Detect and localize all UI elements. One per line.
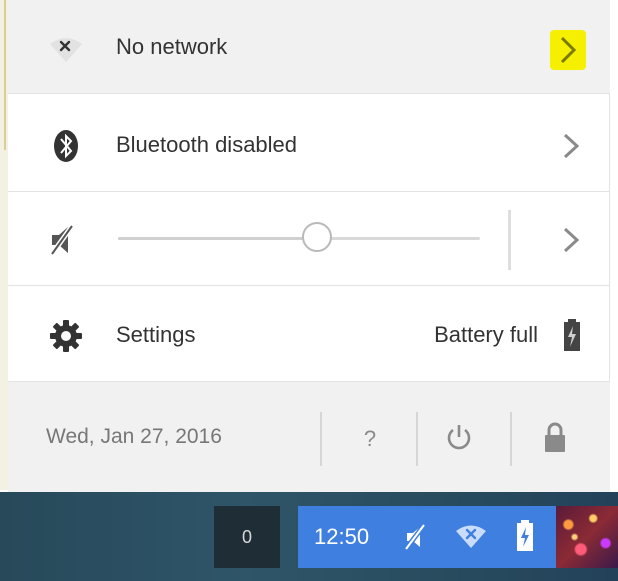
footer-divider (510, 412, 512, 466)
left-edge-mark (4, 0, 6, 150)
settings-label: Settings (116, 322, 196, 347)
chevron-right-icon[interactable] (550, 30, 586, 70)
chevron-right-icon[interactable] (560, 132, 582, 160)
volume-row (8, 192, 610, 286)
system-footer: Wed, Jan 27, 2016 ? (8, 382, 610, 492)
left-window-edge (0, 0, 8, 490)
power-icon[interactable] (444, 422, 474, 452)
help-button[interactable]: ? (344, 412, 396, 466)
volume-muted-icon[interactable] (48, 222, 84, 258)
volume-divider (508, 210, 511, 270)
status-tray-button[interactable]: 12:50 (298, 506, 556, 568)
system-tray-menu: No network Bluetooth disabled Settings B… (8, 0, 610, 492)
wallpaper-preview (556, 506, 618, 568)
clock-label: 12:50 (314, 524, 370, 549)
network-row[interactable]: No network (8, 0, 610, 94)
notification-count-button[interactable]: 0 (214, 506, 280, 568)
lock-icon[interactable] (540, 420, 570, 454)
battery-status-label: Battery full (434, 322, 538, 347)
battery-charging-icon (564, 319, 580, 351)
chevron-right-icon[interactable] (560, 226, 582, 254)
settings-row[interactable]: Settings Battery full (8, 288, 610, 382)
wifi-off-icon (456, 525, 486, 548)
volume-slider[interactable] (118, 222, 480, 252)
volume-slider-thumb[interactable] (302, 222, 332, 252)
wifi-off-icon (50, 38, 82, 62)
battery-charging-icon (517, 520, 533, 551)
footer-divider (320, 412, 322, 466)
bluetooth-label: Bluetooth disabled (116, 132, 298, 157)
bluetooth-row[interactable]: Bluetooth disabled (8, 98, 610, 192)
network-label: No network (116, 34, 228, 59)
footer-divider (416, 412, 418, 466)
date-label: Wed, Jan 27, 2016 (46, 425, 222, 448)
gear-icon (50, 320, 82, 352)
bluetooth-icon (54, 130, 78, 162)
volume-slider-fill (118, 237, 317, 240)
volume-muted-icon (404, 523, 426, 551)
